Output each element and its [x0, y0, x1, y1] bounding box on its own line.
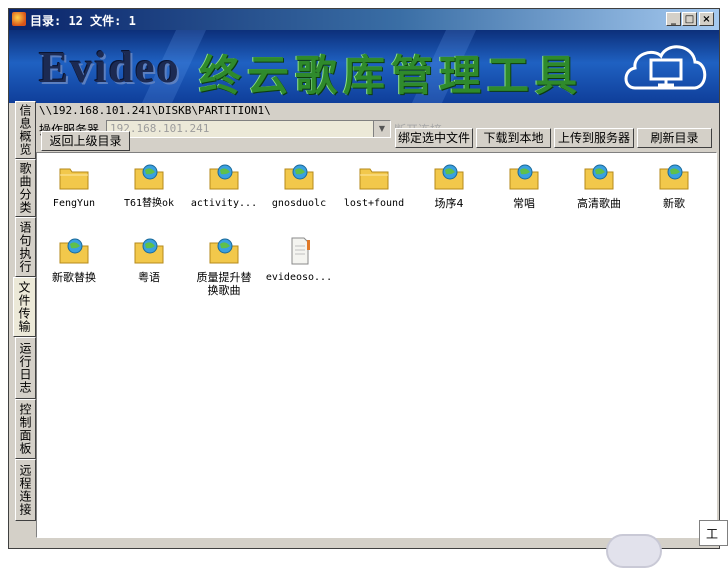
file-name: gnosduolc [271, 198, 327, 209]
bind-selected-button[interactable]: 绑定选中文件 [395, 128, 473, 148]
tab-label: 远程连接 [18, 464, 32, 516]
folder-network-icon [134, 238, 164, 264]
folder-item-t61[interactable]: T61替换ok [111, 163, 187, 210]
file-name: 质量提升替换歌曲 [196, 271, 252, 297]
file-name: FengYun [52, 198, 96, 209]
upload-server-button[interactable]: 上传到服务器 [554, 128, 634, 148]
cloud-monitor-icon [624, 45, 707, 90]
window-title: 目录: 12 文件: 1 [30, 14, 136, 28]
folder-item-cantonese[interactable]: 粤语 [111, 237, 187, 284]
close-button[interactable]: × [699, 12, 714, 26]
file-name: evideoso... [265, 272, 333, 283]
tab-sql-execute[interactable]: 语句执行 [15, 217, 36, 277]
folder-item-gnosduolc[interactable]: gnosduolc [261, 163, 337, 210]
folder-network-icon [59, 238, 89, 264]
tab-label: 运行日志 [18, 342, 32, 394]
folder-item-changchang[interactable]: 常唱 [486, 163, 562, 210]
tab-file-transfer[interactable]: 文件传输 [13, 277, 36, 337]
banner: Evideo 终云歌库管理工具 [9, 30, 719, 103]
file-item-evideoso[interactable]: evideoso... [261, 237, 337, 284]
peek-window[interactable]: 工 [699, 520, 728, 546]
main-window: 目录: 12 文件: 1 _ □ × Evideo 终云歌库管理工具 信息概览 … [8, 8, 720, 549]
tab-run-log[interactable]: 运行日志 [15, 337, 36, 399]
file-name: T61替换ok [123, 198, 175, 209]
file-name: 高清歌曲 [577, 197, 621, 210]
tab-label: 文件传输 [17, 281, 31, 333]
server-select[interactable]: 192.168.101.241 ▼ [106, 120, 391, 138]
file-name: 场序4 [434, 197, 464, 210]
floating-assistant-blob[interactable] [606, 534, 662, 568]
file-name: 粤语 [138, 271, 160, 284]
file-list[interactable]: FengYun T61替换ok activity... gnosduolc lo… [36, 152, 717, 538]
title-bar[interactable]: 目录: 12 文件: 1 _ □ × [9, 9, 719, 30]
file-name: 新歌 [663, 197, 685, 210]
app-icon [12, 12, 26, 26]
folder-item-fengyun[interactable]: FengYun [36, 163, 112, 210]
folder-item-changxu4[interactable]: 场序4 [411, 163, 487, 210]
folder-item-new-songs[interactable]: 新歌 [636, 163, 712, 210]
folder-icon [359, 168, 389, 190]
chevron-down-icon[interactable]: ▼ [373, 121, 390, 137]
folder-item-activity[interactable]: activity... [186, 163, 262, 210]
tab-remote-connect[interactable]: 远程连接 [15, 459, 36, 521]
file-icon [291, 237, 310, 265]
folder-network-icon [659, 164, 689, 190]
tab-control-panel[interactable]: 控制面板 [15, 399, 36, 459]
tab-label: 控制面板 [18, 403, 32, 455]
tab-label: 信息概览 [18, 104, 32, 156]
folder-icon [59, 168, 89, 190]
file-name: lost+found [343, 198, 405, 209]
minimize-button[interactable]: _ [666, 12, 681, 26]
folder-item-lost-found[interactable]: lost+found [336, 163, 412, 210]
top-strip [0, 0, 728, 8]
tab-song-category[interactable]: 歌曲分类 [15, 159, 36, 217]
tab-label: 歌曲分类 [18, 162, 32, 214]
folder-network-icon [434, 164, 464, 190]
back-to-parent-button[interactable]: 返回上级目录 [41, 131, 130, 151]
refresh-directory-button[interactable]: 刷新目录 [637, 128, 712, 148]
folder-network-icon [284, 164, 314, 190]
folder-item-new-songs-replace[interactable]: 新歌替换 [36, 237, 112, 284]
folder-network-icon [134, 164, 164, 190]
file-name: 常唱 [513, 197, 535, 210]
maximize-button[interactable]: □ [682, 12, 697, 26]
banner-title: 终云歌库管理工具 [199, 51, 584, 100]
file-name: 新歌替换 [52, 271, 96, 284]
tab-label: 语句执行 [18, 221, 32, 273]
current-path: \\192.168.101.241\DISKB\PARTITION1\ [39, 104, 271, 117]
folder-item-hd-songs[interactable]: 高清歌曲 [561, 163, 637, 210]
tab-info-overview[interactable]: 信息概览 [15, 101, 36, 159]
download-local-button[interactable]: 下载到本地 [476, 128, 551, 148]
banner-logo: Evideo [39, 43, 181, 92]
folder-network-icon [209, 164, 239, 190]
file-name: activity... [190, 198, 258, 209]
folder-item-quality-replace[interactable]: 质量提升替换歌曲 [186, 237, 262, 297]
folder-network-icon [509, 164, 539, 190]
folder-network-icon [584, 164, 614, 190]
folder-network-icon [209, 238, 239, 264]
